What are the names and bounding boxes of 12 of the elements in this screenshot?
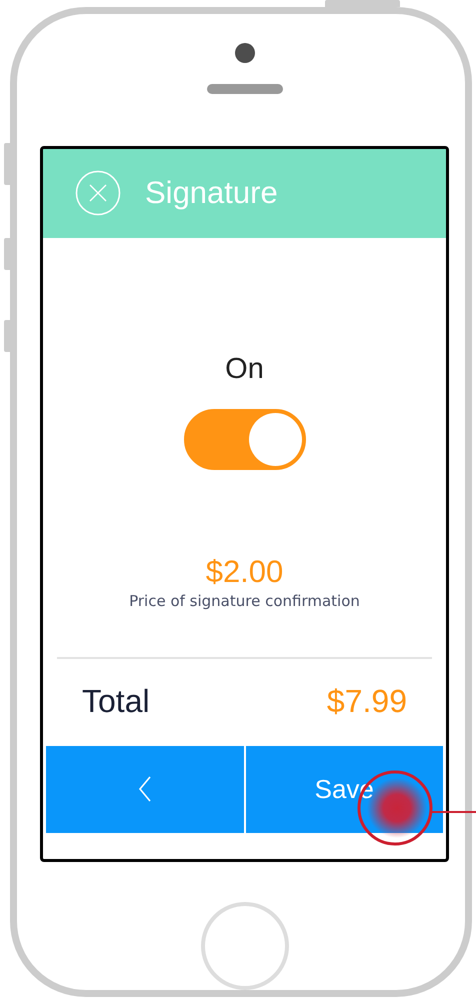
toggle-label: On [225,352,264,387]
price-caption: Price of signature confirmation [129,590,360,611]
camera-icon [235,43,255,63]
toggle-switch[interactable] [184,408,306,470]
back-button[interactable] [46,746,244,833]
total-value: $7.99 [326,683,407,720]
chevron-left-icon [138,776,152,802]
speaker-icon [207,84,283,94]
total-label: Total [82,683,150,720]
price-amount: $2.00 [206,554,284,590]
screen-title: Signature [145,175,278,212]
close-icon[interactable] [75,170,121,216]
